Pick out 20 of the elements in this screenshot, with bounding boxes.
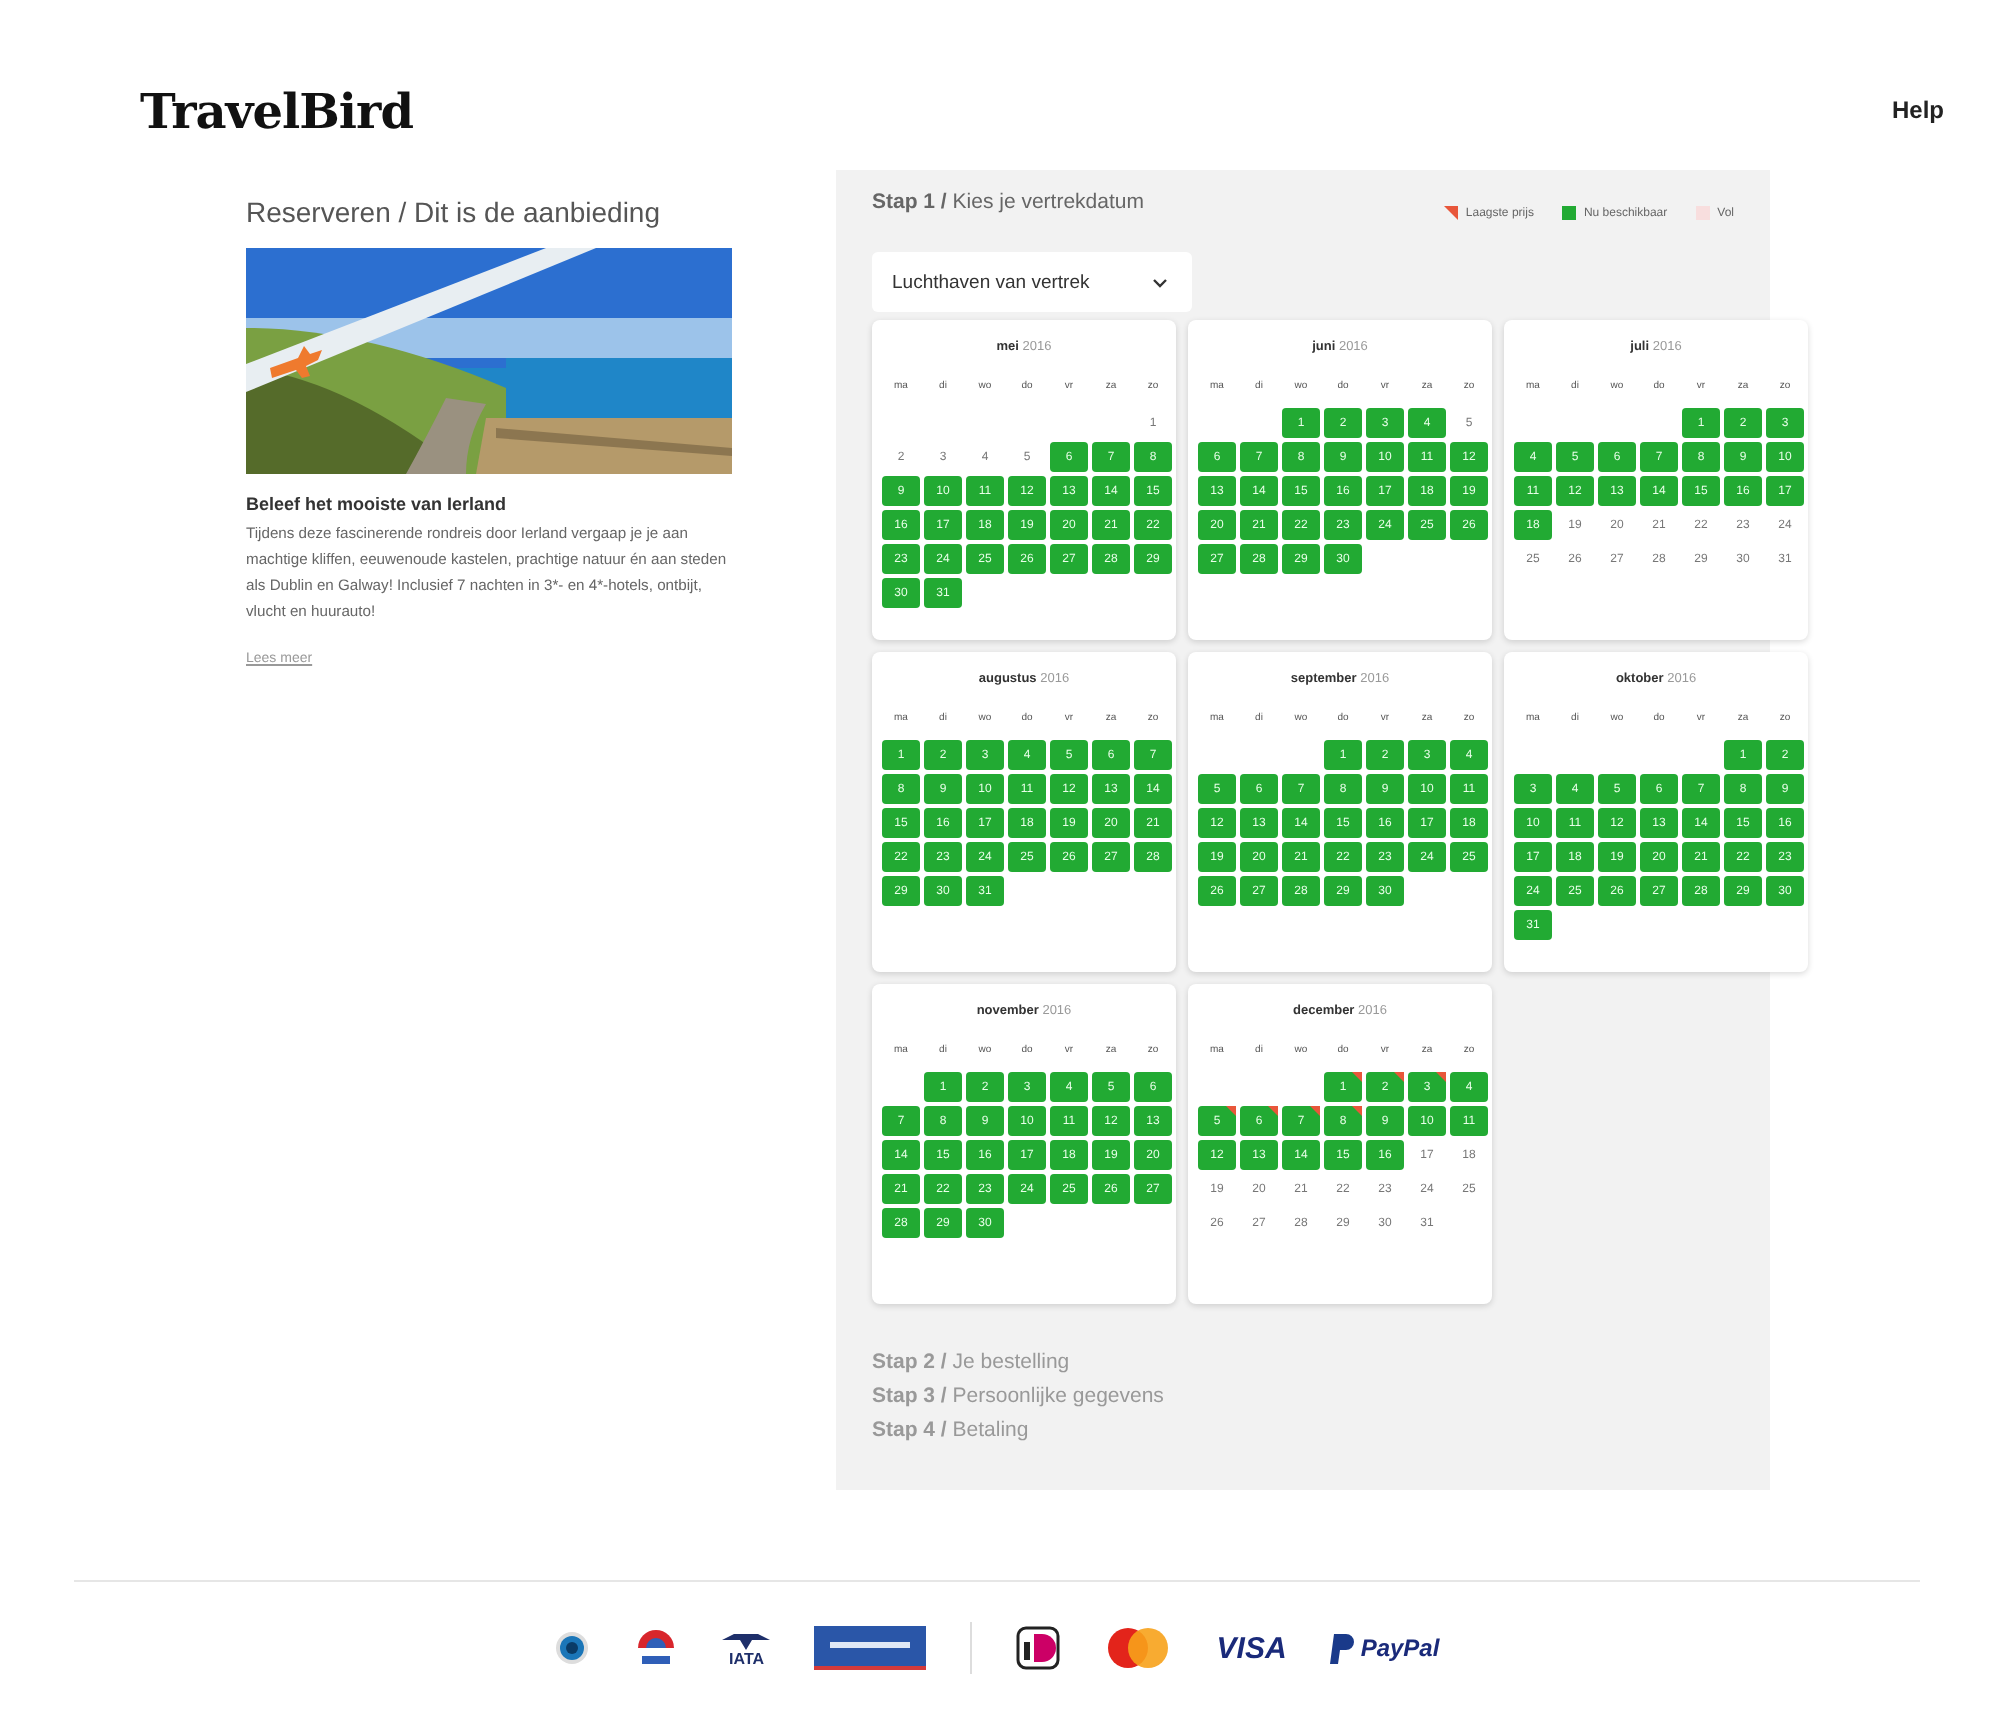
step-heading: Stap 3 / Persoonlijke gegevens [872,1384,1166,1408]
step-heading: Stap 1 / Kies je vertrekdatum [872,190,1144,214]
globe-logo-icon [554,1630,591,1666]
banner-logo-icon [814,1626,927,1670]
step-heading: Stap 2 / Je bestelling [872,1350,1072,1374]
chevron-down-icon [1152,277,1168,287]
airport-select[interactable]: Luchthaven van vertrek [872,252,1192,312]
mastercard-logo-icon [1104,1626,1173,1670]
triangle-swatch-icon [1443,206,1458,220]
offer-title: Beleef het mooiste van Ierland [246,494,509,514]
help-link[interactable]: Help [1891,96,1944,124]
paypal-logo: PayPal [1330,1633,1440,1663]
iata-logo: IATA [722,1629,771,1667]
travelbird-logo[interactable]: TravelBird [140,81,413,139]
step-heading: Stap 4 / Betaling [872,1418,1031,1442]
square-swatch-icon [1561,206,1576,220]
breadcrumb: Reserveren / Dit is de aanbieding [246,196,663,228]
umbrella-logo-icon [634,1626,679,1670]
visa-logo: VISA [1216,1631,1287,1665]
ideal-logo-icon [1016,1626,1061,1670]
